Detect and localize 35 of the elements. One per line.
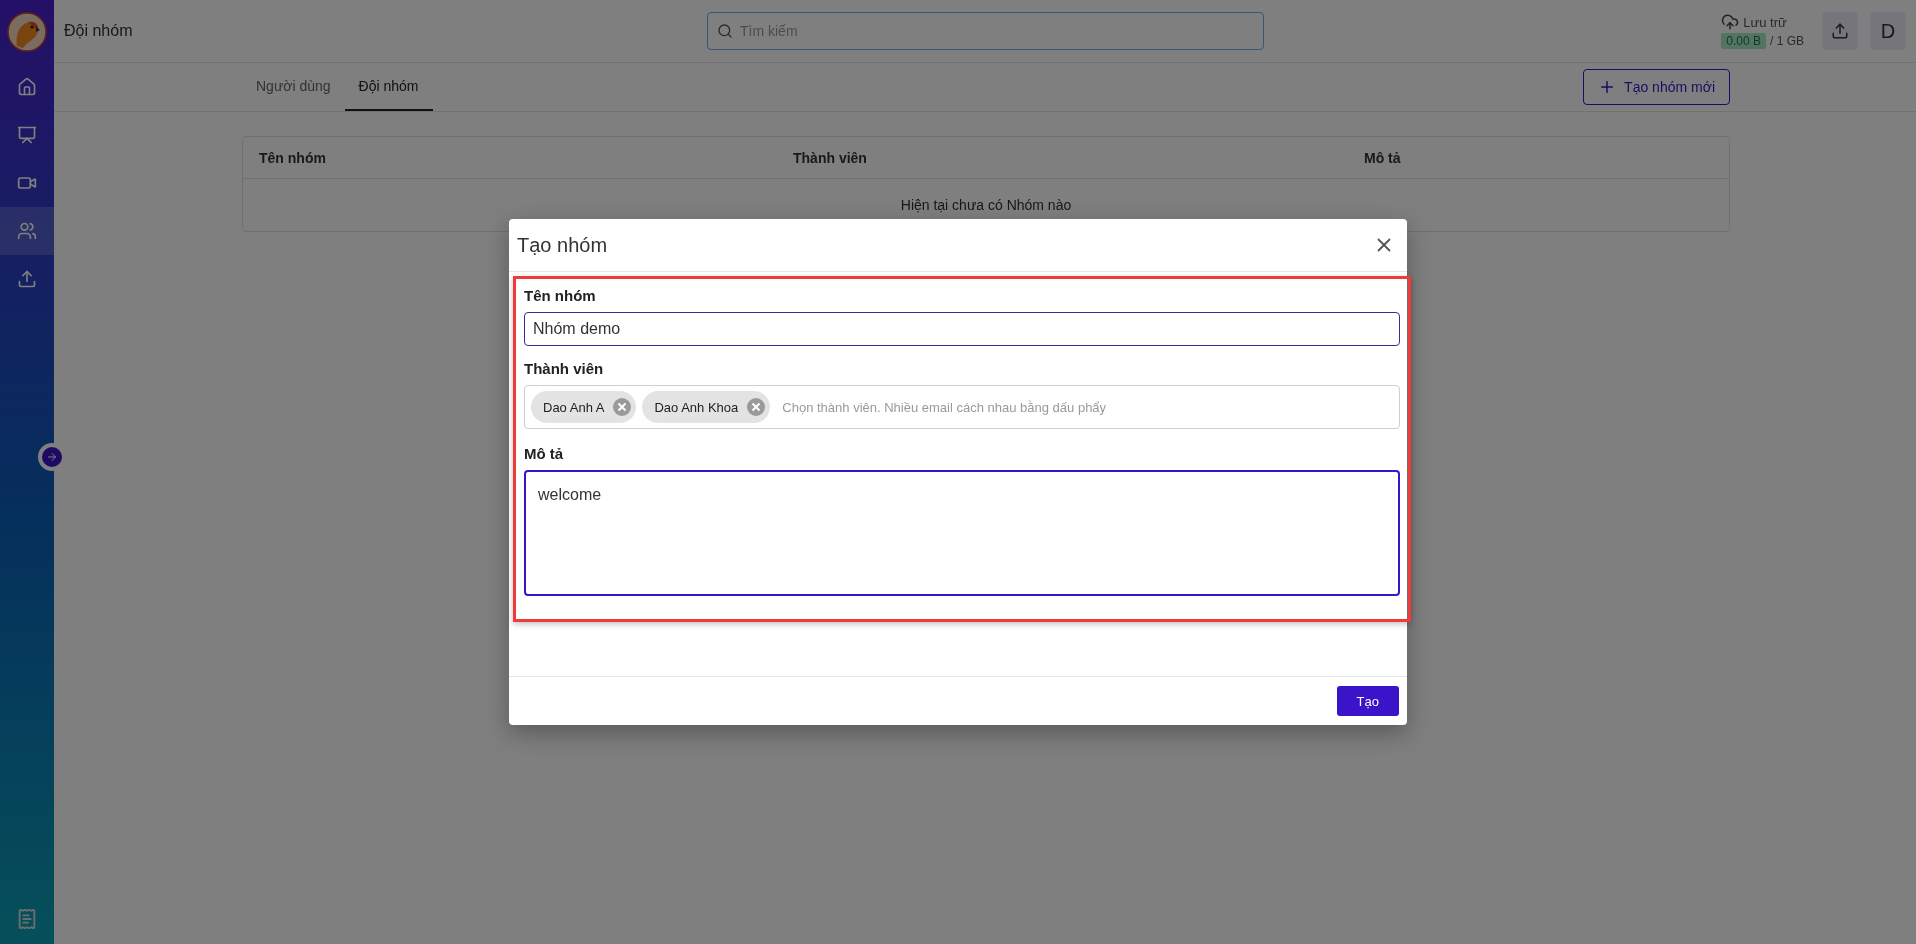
tab[interactable]: Đội nhóm	[344, 63, 433, 111]
create-group-button[interactable]: Tạo nhóm mới	[1583, 69, 1730, 105]
members-field[interactable]: Dao Anh A Dao Anh Khoa Chọn thành viên. Nhiều email cách nhau bằng dấu phẩy	[524, 385, 1400, 429]
remove-icon[interactable]	[746, 397, 767, 417]
storage-label: Lưu trữ	[1743, 14, 1787, 30]
receipt-icon	[16, 908, 38, 930]
member-chip[interactable]: Dao Anh A	[531, 391, 637, 423]
page-title: Đội nhóm	[64, 22, 134, 40]
description-field[interactable]: welcome	[524, 470, 1400, 596]
group-icon	[17, 221, 37, 241]
group-name-input[interactable]: Nhóm demo	[524, 312, 1400, 346]
avatar-button[interactable]: D	[1870, 12, 1906, 50]
storage-used: 0.00 B	[1721, 33, 1766, 49]
column-header: Tên nhóm	[259, 149, 327, 166]
dialog-title: Tạo nhóm	[517, 233, 608, 257]
home-icon	[17, 77, 37, 97]
presentation-icon	[17, 125, 37, 145]
remove-icon[interactable]	[612, 397, 633, 417]
cloud-upload-icon	[1721, 13, 1740, 31]
search-icon	[717, 23, 733, 39]
member-chip[interactable]: Dao Anh Khoa	[642, 391, 771, 423]
empty-message: Hiện tại chưa có Nhóm nào	[900, 197, 1072, 213]
field-label: Thành viên	[524, 360, 605, 377]
member-search-input[interactable]: Chọn thành viên. Nhiều email cách nhau bằng dấu phẩy	[780, 398, 1393, 416]
parrot-logo	[7, 11, 47, 52]
column-header: Mô tả	[1364, 149, 1402, 166]
arrow-right-icon	[46, 451, 58, 463]
column-header: Thành viên	[793, 149, 868, 166]
field-label: Mô tả	[524, 445, 565, 462]
storage-total: / 1 GB	[1770, 34, 1804, 48]
field-label: Tên nhóm	[524, 287, 597, 304]
create-button[interactable]: Tạo	[1336, 686, 1399, 716]
upload-icon	[17, 269, 37, 289]
upload-icon	[1831, 22, 1849, 40]
upload-button[interactable]	[1822, 12, 1858, 50]
